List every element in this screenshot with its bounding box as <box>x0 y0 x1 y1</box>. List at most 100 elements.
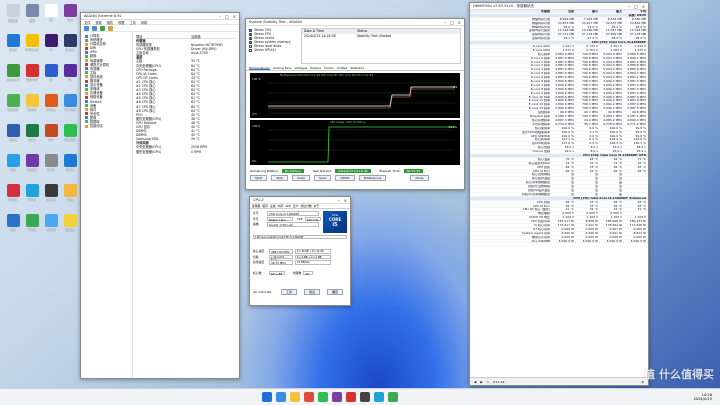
system-clock[interactable]: 14:28 2024/4/15 <box>694 393 720 402</box>
cpuz-tab[interactable]: 处理器 <box>252 204 261 208</box>
ok-button[interactable]: 确定 <box>326 289 343 295</box>
sst-tab[interactable]: Voltages <box>295 66 308 70</box>
aida-sensor-panel: 项目 当前值 传感器 传感器类型 Nuvoton NCT6799D GPU 传感器类型… <box>133 32 239 378</box>
sst-tab[interactable]: Clocks <box>324 66 334 70</box>
minimize-icon[interactable]: – <box>628 4 630 9</box>
col-min[interactable]: 最小 <box>576 10 600 13</box>
desktop-icon[interactable]: Chrome <box>59 93 81 115</box>
nav-right-icon[interactable]: ▶ <box>480 380 482 384</box>
menu-item[interactable]: 报告 <box>107 20 113 25</box>
sst-button[interactable]: Clear <box>292 175 311 181</box>
sensor-reading: 4,887.9 MHz <box>555 60 574 64</box>
sensor-reading: 3,890.6 MHz <box>555 95 574 99</box>
cpuz-tab[interactable]: 关于 <box>314 204 320 208</box>
maximize-icon[interactable]: □ <box>225 14 229 19</box>
hwinfo-sensors-window: HWiNFO64 v7.63-5120 - 传感器状态 – □ × 传感器 当前 最… <box>469 2 649 386</box>
col-avg[interactable]: 平均 <box>624 10 648 13</box>
taskbar-app-icon[interactable] <box>318 392 328 402</box>
sst-button[interactable]: CPUID <box>335 175 355 181</box>
sst-button[interactable]: Save <box>314 175 332 181</box>
sst-tab[interactable]: Temperatures <box>249 66 270 70</box>
sensor-group-name: CPU [#0]: Intel Core i5-13600KF: DTS <box>582 153 646 157</box>
minimize-icon[interactable]: – <box>444 20 446 25</box>
desktop-icon[interactable]: Files <box>59 183 81 205</box>
sensor-reading: 23,917 MB <box>581 21 598 25</box>
col-max[interactable]: 最大 <box>600 10 624 13</box>
cpuz-tab[interactable]: 显卡 <box>293 204 299 208</box>
sensor-label: E-core VIDs <box>532 48 550 52</box>
cpuz-tab[interactable]: 缓存 <box>262 204 268 208</box>
sst-button[interactable]: Close <box>410 175 429 181</box>
sst-button[interactable]: Preferences <box>358 175 387 181</box>
sst-button[interactable]: Stop <box>271 175 289 181</box>
forward-icon[interactable] <box>92 26 97 31</box>
sensor-reading: 83 °C <box>637 200 646 204</box>
menu-item[interactable]: 帮助 <box>141 20 147 25</box>
maximize-icon[interactable]: □ <box>450 20 454 25</box>
tree-node-icon <box>85 120 88 124</box>
desktop-icon[interactable]: Notes <box>59 213 81 235</box>
sensor-reading: 0.3 % <box>589 138 598 142</box>
minimize-icon[interactable]: – <box>338 198 340 203</box>
stress-checkbox[interactable]: Stress GPU(s) <box>249 48 301 52</box>
close-icon[interactable]: × <box>344 198 347 203</box>
sst-tab[interactable]: Cooling Fans <box>273 66 292 70</box>
sensor-label: CPU 封装 <box>536 165 550 169</box>
nav-left-icon[interactable]: ◀ <box>474 380 476 384</box>
sensor-reading: 否 <box>594 192 598 196</box>
col-current[interactable]: 当前 <box>552 10 576 13</box>
minimize-icon[interactable]: – <box>219 14 221 19</box>
sensor-reading: 1.283 V <box>610 48 622 52</box>
sensor-label: 核心功率限制超出 <box>525 181 550 185</box>
report-icon[interactable] <box>108 26 113 31</box>
sensor-row[interactable]: PL1 功率限制 4,095.0 W 4,095.0 W 4,095.0 W 4,095… <box>470 240 648 244</box>
col-sensor[interactable]: 传感器 <box>470 10 552 13</box>
taskbar-app-icon[interactable] <box>304 392 314 402</box>
tools-button[interactable]: 工具 <box>280 289 297 295</box>
menu-item[interactable]: 文件 <box>84 20 90 25</box>
taskbar-app-icon[interactable] <box>332 392 342 402</box>
cpuz-tab[interactable]: SPD <box>285 204 291 208</box>
back-icon[interactable] <box>84 26 89 31</box>
desktop-icon[interactable]: Store <box>59 153 81 175</box>
sensor-col-value[interactable]: 当前值 <box>191 34 201 39</box>
taskbar-app-icon[interactable] <box>346 392 356 402</box>
desktop-icon[interactable]: Steam <box>59 33 81 55</box>
close-icon[interactable]: × <box>458 20 461 25</box>
sensor-col-item[interactable]: 项目 <box>136 34 191 39</box>
taskbar-app-icon[interactable] <box>360 392 370 402</box>
sst-tab[interactable]: Unified <box>337 66 348 70</box>
menu-item[interactable]: 工具 <box>130 20 136 25</box>
sensor-label: P-core 3 频率 <box>530 68 550 72</box>
aida-title-bar: AIDA64 Extreme 6.92 – □ × <box>81 13 239 20</box>
menu-item[interactable]: 查看 <box>95 20 101 25</box>
taskbar-app-icon[interactable] <box>276 392 286 402</box>
cpuz-tab[interactable]: 主板 <box>270 204 276 208</box>
taskbar-app-icon[interactable] <box>262 392 272 402</box>
name-label: 名字 <box>253 211 259 215</box>
desktop-icon[interactable]: Ae <box>59 63 81 85</box>
refresh-icon[interactable] <box>100 26 105 31</box>
maximize-icon[interactable]: □ <box>634 4 638 9</box>
sensor-row[interactable]: 图形处理器(GPU) 0 RPM <box>136 150 236 154</box>
close-icon[interactable]: × <box>233 14 236 19</box>
desktop-icon[interactable]: App <box>59 3 81 25</box>
taskbar-app-icon[interactable] <box>290 392 300 402</box>
app-icon <box>44 34 58 47</box>
cpuz-tab[interactable]: 内存 <box>278 204 284 208</box>
close-icon[interactable]: × <box>642 4 645 9</box>
sensor-label: 核心距离TjMAX <box>528 161 550 165</box>
taskbar-app-icon[interactable] <box>374 392 384 402</box>
sst-tab[interactable]: Powers <box>310 66 321 70</box>
hwinfo-sensor-list: 系统: ASUS 物理内存已用 8,629 MB 7,953 MB 8,563 MB 8,… <box>470 13 648 374</box>
sst-button[interactable]: Start <box>250 175 268 181</box>
taskbar-app-icon[interactable] <box>388 392 398 402</box>
sensor-reading: 4,885.2 MHz <box>603 118 622 122</box>
sensor-reading: 4,095.0 W <box>606 239 622 243</box>
menu-item[interactable]: 收藏 <box>118 20 124 25</box>
desktop-icon[interactable]: WeChat <box>59 123 81 145</box>
verify-button[interactable]: 验证 <box>303 289 320 295</box>
cpuz-tab[interactable]: 测试分数 <box>300 204 311 208</box>
sst-tab[interactable]: Statistics <box>350 66 364 70</box>
tree-item[interactable]: 性能测试 <box>85 124 132 128</box>
